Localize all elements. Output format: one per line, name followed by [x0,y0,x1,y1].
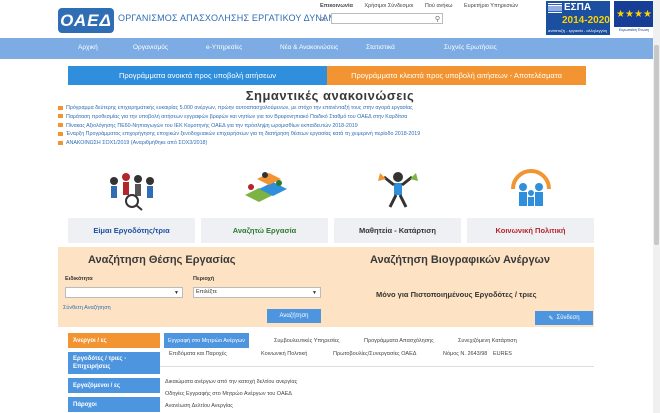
subtab-benefits[interactable]: Επιδόματα και Παροχές [169,351,227,357]
announcement-text: Παράταση προθεσμίας για την υποβολή αιτή… [66,113,408,120]
espa-slogan: ανάπτυξη - εργασία - αλληλεγγύη [548,28,608,33]
tabs-divider [160,366,594,367]
content-link-rights[interactable]: Δικαιώματα ανέργων από την κατοχή δελτίο… [165,379,297,385]
region-value: Επιλέξτε [196,289,217,295]
document-icon [58,140,63,145]
nav-organization[interactable]: Οργανισμός [133,44,168,51]
top-link-index[interactable]: Ευρετήριο Υπηρεσιών [464,3,518,9]
announcements-list: Πρόγραμμα δεύτερης επιχειρηματικής ευκαι… [58,104,618,148]
search-input[interactable]: ⚲ [331,13,443,24]
cv-search-title: Αναζήτηση Βιογραφικών Ανέργων [370,254,550,266]
nav-news[interactable]: Νέα & Ανακοινώσεις [280,44,338,51]
announcement-item[interactable]: Πίνακας Αξιολόγησης ΠΕ60-Νηπιαγωγών του … [58,122,618,131]
document-icon [58,131,63,136]
tab-counseling[interactable]: Συμβουλευτικές Υπηρεσίες [270,333,344,348]
eu-caption: Ευρωπαϊκή Ένωση [618,28,650,32]
announcement-item[interactable]: ΑΝΑΚΟΙΝΩΣΗ ΣΟΧ1/2019 (Αναριθμήθηκε από Σ… [58,139,618,148]
tile-apprenticeship[interactable]: Μαθητεία - Κατάρτιση [334,160,461,243]
tile-apprenticeship-label[interactable]: Μαθητεία - Κατάρτιση [334,218,461,243]
tab-employment-programs[interactable]: Προγράμματα Απασχόλησης [360,333,438,348]
region-label: Περιοχή [193,276,215,282]
login-button-label: Σύνδεση [556,315,580,321]
social-policy-icon [467,160,594,218]
espa-logo[interactable]: ΕΣΠΑ 2014-2020 ανάπτυξη - εργασία - αλλη… [546,1,610,35]
page-scrollbar[interactable] [653,0,660,413]
subtab-eures[interactable]: EURES [493,351,512,357]
announcement-item[interactable]: Έναρξη Προγράμματος επιχορήγησης εποχικώ… [58,130,618,139]
specialty-dropdown[interactable]: ▼ [65,287,183,298]
eu-logo[interactable]: ★★★★ Ευρωπαϊκή Ένωση [612,1,656,35]
content-link-renewal[interactable]: Ανανέωση Δελτίου Ανεργίας [165,403,233,409]
menu-employers[interactable]: Εργοδότες / τριες - Επιχειρήσεις [68,352,160,374]
announcement-item[interactable]: Παράταση προθεσμίας για την υποβολή αιτή… [58,113,618,122]
job-search-title: Αναζήτηση Θέσης Εργασίας [88,254,236,266]
tab-registration[interactable]: Εγγραφή στο Μητρώο Ανέργων [164,333,249,348]
announcement-text: Πρόγραμμα δεύτερης επιχειρηματικής ευκαι… [66,105,413,111]
menu-unemployed[interactable]: Άνεργοι / ες [68,333,160,348]
nav-e-services[interactable]: e-Υπηρεσίες [206,44,242,51]
eu-stars: ★★★★ [616,8,652,20]
subtab-social-policy[interactable]: Κοινωνική Πολιτική [261,351,307,357]
chevron-down-icon: ▼ [312,290,317,296]
cv-search-note: Μόνο για Πιστοποιημένους Εργοδότες / τρι… [376,290,537,299]
eu-flag-icon: ★★★★ [614,1,654,27]
subtab-law[interactable]: Νόμος Ν. 2643/98 [443,351,487,357]
nav-home[interactable]: Αρχική [78,44,98,51]
specialty-label: Ειδικότητα [65,276,93,282]
nav-statistics[interactable]: Στατιστικά [366,44,395,51]
oaed-logo[interactable]: ΟΑΕΔ [58,8,114,33]
document-icon [58,105,63,110]
tile-job-search-label[interactable]: Αναζητώ Εργασία [201,218,328,243]
top-link-contact[interactable]: Επικοινωνία [320,3,353,9]
document-icon [58,123,63,128]
nav-faq[interactable]: Συχνές Ερωτήσεις [444,44,497,51]
tile-social-policy-label[interactable]: Κοινωνική Πολιτική [467,218,594,243]
greek-flag-icon [548,3,562,13]
announcement-text: Πίνακας Αξιολόγησης ΠΕ60-Νηπιαγωγών του … [66,122,358,129]
closed-programs-button[interactable]: Προγράμματα κλειστά προς υποβολή αιτήσεω… [327,66,586,85]
login-icon: ✎ [548,315,554,322]
chevron-down-icon: ▼ [174,290,179,296]
announcements-title: Σημαντικές ανακοινώσεις [245,88,415,103]
open-programs-button[interactable]: Προγράμματα ανοικτά προς υποβολή αιτήσεω… [68,66,327,85]
language-selector[interactable]: EL [320,17,327,23]
menu-employees[interactable]: Εργαζόμενοι / ες [68,378,160,393]
main-nav: Αρχική Οργανισμός e-Υπηρεσίες Νέα & Ανακ… [0,38,660,59]
espa-years: 2014-2020 [562,15,610,26]
content-link-registration-guide[interactable]: Οδηγίες Εγγραφής στο Μητρώο Ανέργων του … [165,391,292,397]
tab-continuing-training[interactable]: Συνεχιζόμενη Κατάρτιση [454,333,521,348]
scrollbar-thumb[interactable] [654,45,659,245]
login-button[interactable]: ✎ Σύνδεση [535,311,593,325]
announcement-text: ΑΝΑΚΟΙΝΩΣΗ ΣΟΧ1/2019 (Αναριθμήθηκε από Σ… [66,140,208,147]
tile-employer[interactable]: Είμαι Εργοδότης/τρια [68,160,195,243]
job-search-button[interactable]: Αναζήτηση [267,309,321,323]
espa-title: ΕΣΠΑ [564,2,592,13]
logo-text: ΟΑΕΔ [60,10,112,30]
top-link-belong[interactable]: Πού ανήκω [425,3,453,9]
tabs-row: Εγγραφή στο Μητρώο Ανέργων Συμβουλευτικέ… [160,333,594,348]
employer-people-icon [68,160,195,218]
search-panel: Αναζήτηση Θέσης Εργασίας Ειδικότητα ▼ Πε… [58,247,594,327]
advanced-search-link[interactable]: Σύνθετη Αναζήτηση [63,305,111,311]
tile-social-policy[interactable]: Κοινωνική Πολιτική [467,160,594,243]
region-dropdown[interactable]: Επιλέξτε ▼ [193,287,321,298]
document-icon [58,114,63,119]
announcement-text: Έναρξη Προγράμματος επιχορήγησης εποχικώ… [66,131,421,138]
top-links: Επικοινωνία Χρήσιμοι Σύνδεσμοι Πού ανήκω… [320,3,528,9]
search-icon[interactable]: ⚲ [435,15,440,23]
subtab-initiatives[interactable]: Πρωτοβουλίες/Συνεργασίες ΟΑΕΔ [333,351,416,357]
menu-providers[interactable]: Πάροχοι [68,397,160,412]
job-search-icon [201,160,328,218]
tile-employer-label[interactable]: Είμαι Εργοδότης/τρια [68,218,195,243]
apprenticeship-icon [334,160,461,218]
announcement-item[interactable]: Πρόγραμμα δεύτερης επιχειρηματικής ευκαι… [58,104,618,113]
tile-job-search[interactable]: Αναζητώ Εργασία [201,160,328,243]
site-header: ΟΑΕΔ ΟΡΓΑΝΙΣΜΟΣ ΑΠΑΣΧΟΛΗΣΗΣ ΕΡΓΑΤΙΚΟΥ ΔΥ… [0,0,660,38]
top-link-useful[interactable]: Χρήσιμοι Σύνδεσμοι [364,3,413,9]
